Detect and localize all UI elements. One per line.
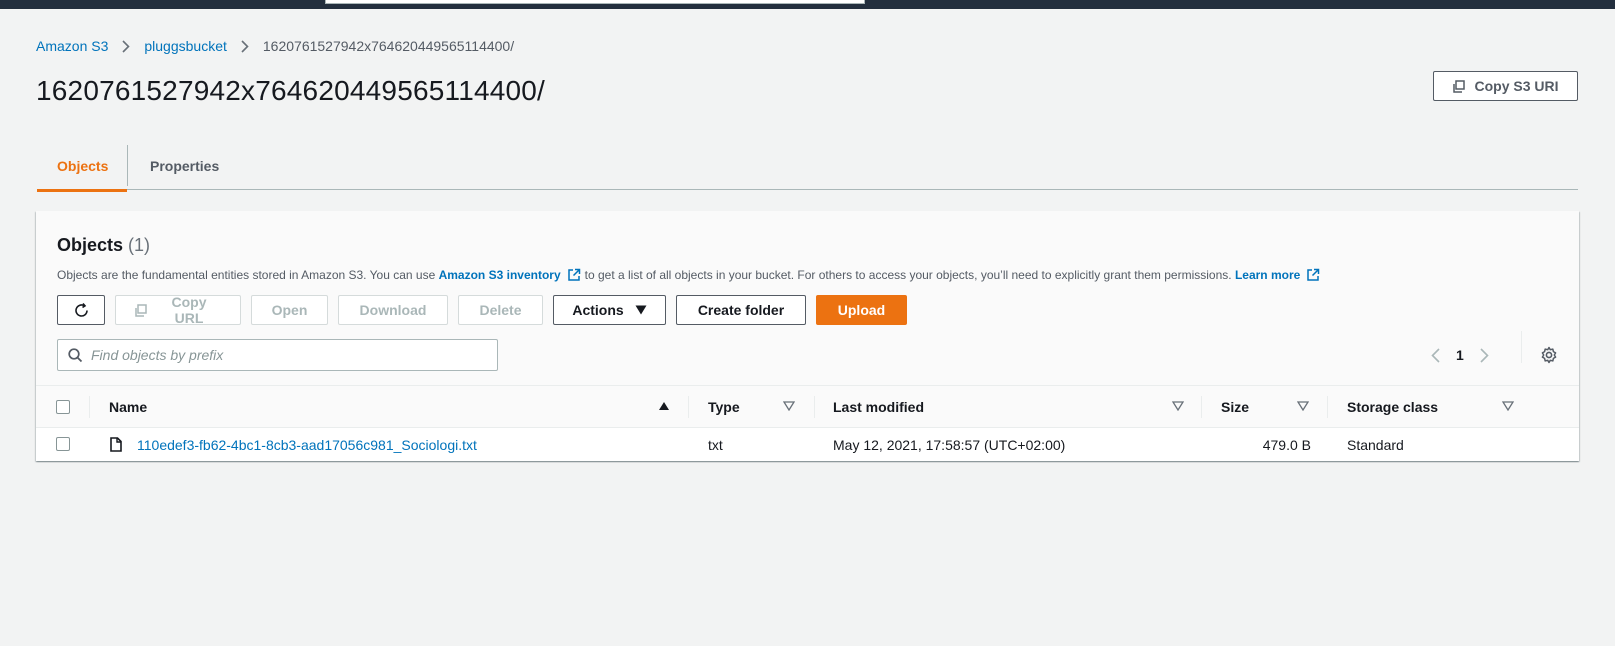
refresh-button[interactable] <box>57 295 105 325</box>
sort-icon[interactable] <box>1297 401 1309 411</box>
s3-inventory-link[interactable]: Amazon S3 inventory <box>439 268 585 282</box>
pager-divider <box>1521 331 1522 363</box>
actions-dropdown-button[interactable]: Actions <box>553 295 666 325</box>
select-all-checkbox[interactable] <box>56 400 70 414</box>
search-box <box>57 339 498 371</box>
table-header: Name Type Last modified Size Storage cla… <box>36 386 1579 428</box>
object-name-cell: 110edef3-fb62-4bc1-8cb3-aad17056c981_Soc… <box>137 428 477 461</box>
upload-button[interactable]: Upload <box>816 295 907 325</box>
breadcrumb: Amazon S3 pluggsbucket 1620761527942x764… <box>36 36 514 56</box>
column-divider <box>89 396 90 418</box>
object-name-link[interactable]: 110edef3-fb62-4bc1-8cb3-aad17056c981_Soc… <box>137 437 477 453</box>
copy-s3-uri-button[interactable]: Copy S3 URI <box>1433 71 1578 101</box>
search-input[interactable] <box>91 347 491 363</box>
column-header-type[interactable]: Type <box>708 386 740 428</box>
tab-objects[interactable]: Objects <box>37 142 127 192</box>
caret-down-icon <box>635 305 647 315</box>
table-row[interactable]: 110edef3-fb62-4bc1-8cb3-aad17056c981_Soc… <box>36 428 1579 461</box>
column-divider <box>688 396 689 418</box>
top-navigation-bar <box>0 0 1615 9</box>
chevron-right-icon <box>241 39 249 53</box>
sort-icon[interactable] <box>783 401 795 411</box>
column-header-storage-class[interactable]: Storage class <box>1347 386 1438 428</box>
object-size-cell: 479.0 B <box>1262 436 1311 453</box>
object-storage-class-cell: Standard <box>1347 436 1404 453</box>
download-button[interactable]: Download <box>338 295 448 325</box>
objects-panel-title: Objects (1) <box>57 235 150 256</box>
row-checkbox[interactable] <box>56 437 70 451</box>
chevron-right-icon <box>122 39 131 53</box>
copy-url-button[interactable]: Copy URL <box>115 294 241 326</box>
learn-more-link[interactable]: Learn more <box>1235 268 1324 282</box>
column-divider <box>1201 396 1202 418</box>
sort-icon[interactable] <box>1502 401 1514 411</box>
breadcrumb-current: 1620761527942x764620449565114400/ <box>262 38 515 54</box>
object-count: (1) <box>128 235 151 255</box>
create-folder-button[interactable]: Create folder <box>676 295 806 325</box>
column-header-size[interactable]: Size <box>1221 386 1249 428</box>
chevron-left-icon[interactable] <box>1431 347 1440 363</box>
refresh-icon <box>73 302 90 319</box>
column-divider <box>1327 396 1328 418</box>
object-type-cell: txt <box>708 436 723 453</box>
delete-button[interactable]: Delete <box>458 295 543 325</box>
settings-gear-icon[interactable] <box>1540 339 1558 371</box>
open-button[interactable]: Open <box>251 295 328 325</box>
breadcrumb-amazon-s3[interactable]: Amazon S3 <box>36 38 108 54</box>
copy-url-label: Copy URL <box>171 294 207 326</box>
tab-list: Objects Properties <box>37 142 1578 192</box>
copy-icon <box>134 303 147 317</box>
current-page-number[interactable]: 1 <box>1456 347 1464 363</box>
objects-panel: Objects (1) Objects are the fundamental … <box>36 211 1579 461</box>
breadcrumb-bucket[interactable]: pluggsbucket <box>144 38 227 54</box>
actions-label: Actions <box>572 302 624 318</box>
pagination: 1 <box>1431 339 1489 371</box>
sort-asc-icon[interactable] <box>658 401 670 411</box>
chevron-right-icon[interactable] <box>1480 347 1489 363</box>
external-link-icon <box>1306 268 1320 282</box>
tab-properties-label: Properties <box>150 158 220 174</box>
tab-objects-label: Objects <box>57 158 109 174</box>
copy-s3-uri-label: Copy S3 URI <box>1474 78 1559 94</box>
panel-title-text: Objects <box>57 235 124 255</box>
global-search-bar[interactable] <box>325 0 865 4</box>
object-last-modified-cell: May 12, 2021, 17:58:57 (UTC+02:00) <box>833 436 1066 453</box>
page-title: 1620761527942x764620449565114400/ <box>36 75 546 106</box>
desc-text-2: to get a list of all objects in your buc… <box>584 268 1232 282</box>
file-icon <box>110 428 122 461</box>
learn-more-label: Learn more <box>1234 268 1301 282</box>
column-header-last-modified[interactable]: Last modified <box>833 386 924 428</box>
desc-text-1: Objects are the fundamental entities sto… <box>57 268 436 282</box>
external-link-icon <box>567 268 581 282</box>
objects-panel-header: Objects (1) Objects are the fundamental … <box>36 211 1579 386</box>
column-header-name[interactable]: Name <box>109 386 147 428</box>
copy-icon <box>1452 79 1466 93</box>
objects-description: Objects are the fundamental entities sto… <box>57 268 1324 282</box>
tab-properties[interactable]: Properties <box>128 142 219 190</box>
s3-inventory-link-label: Amazon S3 inventory <box>438 268 561 282</box>
search-icon <box>68 347 83 363</box>
column-divider <box>814 396 815 418</box>
sort-icon[interactable] <box>1172 401 1184 411</box>
